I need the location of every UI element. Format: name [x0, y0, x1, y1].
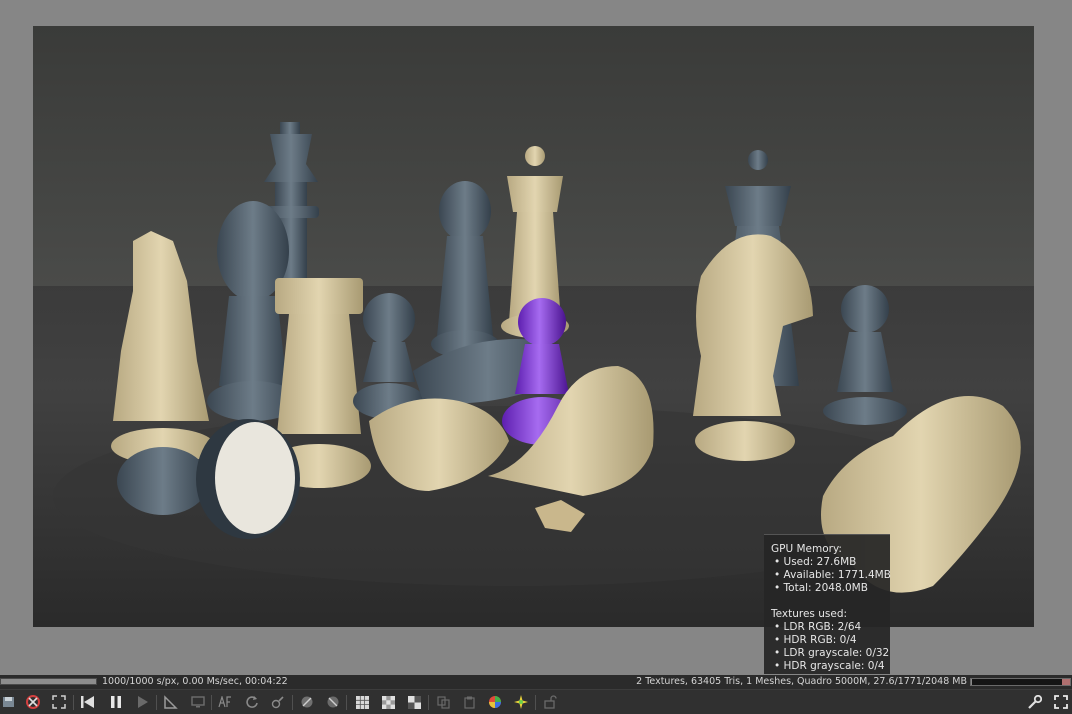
picker-button[interactable] [269, 694, 287, 710]
textures-heading: Textures used: [771, 608, 848, 620]
checker-icon [381, 695, 395, 709]
focus-picker-button[interactable] [162, 694, 180, 710]
checker-background-button[interactable] [379, 694, 397, 710]
toolbar-separator [211, 695, 212, 710]
auto-focus-icon [218, 696, 231, 708]
material-picker-button[interactable] [324, 694, 342, 710]
unlock-icon [544, 695, 557, 709]
picker-icon [271, 696, 284, 709]
gpu-memory-available: • Available: 1771.4MB [774, 569, 891, 581]
paste-icon [463, 696, 475, 709]
monitor-icon [191, 696, 205, 708]
fit-view-icon [52, 695, 66, 709]
focus-picker-icon [164, 695, 178, 709]
toolbar-separator [73, 695, 74, 710]
pause-render-button[interactable] [107, 694, 125, 710]
tooltip-spacer [771, 595, 890, 608]
refresh-icon [246, 696, 258, 708]
alpha-icon [407, 695, 421, 709]
copy-icon [436, 695, 450, 709]
memory-usage-bar[interactable] [970, 678, 1071, 686]
toolbar-separator [346, 695, 347, 710]
scene-stats[interactable]: 2 Textures, 63405 Tris, 1 Meshes, Quadro… [636, 675, 967, 689]
object-picker-button[interactable] [298, 694, 316, 710]
memory-usage-fill [971, 679, 973, 685]
render-progress-fill [1, 679, 96, 684]
memory-usage-marker [1062, 679, 1070, 685]
gpu-memory-tooltip: GPU Memory: • Used: 27.6MB • Available: … [764, 534, 891, 674]
material-picker-icon [301, 696, 313, 708]
render-progress-bar [0, 678, 97, 685]
color-picker-button[interactable] [486, 694, 504, 710]
grid-overlay-button[interactable] [353, 694, 371, 710]
toolbar-separator [156, 695, 157, 710]
pause-icon [111, 696, 121, 708]
wrench-icon [1028, 695, 1042, 709]
restart-render-button[interactable] [79, 694, 97, 710]
textures-ldr-grayscale: • LDR grayscale: 0/32 [774, 647, 890, 659]
settings-button[interactable] [1026, 694, 1044, 710]
gpu-memory-total: • Total: 2048.0MB [774, 582, 868, 594]
toolbar-separator [292, 695, 293, 710]
grid-icon [355, 695, 369, 709]
gpu-memory-heading: GPU Memory: [771, 543, 842, 555]
save-image-button[interactable] [0, 694, 18, 710]
refresh-button[interactable] [243, 694, 261, 710]
render-toolbar [0, 689, 1072, 714]
clear-button[interactable] [24, 694, 42, 710]
sphere-picker-icon [327, 696, 339, 708]
save-icon [3, 697, 14, 707]
toolbar-separator [428, 695, 429, 710]
status-bar: 1000/1000 s/px, 0.00 Ms/sec, 00:04:22 2 … [0, 675, 1072, 689]
alpha-channel-button[interactable] [405, 694, 423, 710]
clear-icon [26, 695, 40, 709]
textures-ldr-rgb: • LDR RGB: 2/64 [774, 621, 862, 633]
fullscreen-button[interactable] [1052, 694, 1070, 710]
textures-hdr-rgb: • HDR RGB: 0/4 [774, 634, 857, 646]
lock-button[interactable] [541, 694, 559, 710]
render-stats: 1000/1000 s/px, 0.00 Ms/sec, 00:04:22 [102, 676, 288, 687]
toolbar-separator [535, 695, 536, 710]
skip-back-icon [81, 696, 94, 708]
fit-view-button[interactable] [50, 694, 68, 710]
effects-button[interactable] [512, 694, 530, 710]
color-wheel-icon [489, 696, 501, 708]
gpu-memory-used: • Used: 27.6MB [774, 556, 857, 568]
auto-focus-button[interactable] [217, 694, 235, 710]
region-render-button[interactable] [189, 694, 207, 710]
textures-hdr-grayscale: • HDR grayscale: 0/4 [774, 660, 885, 672]
fullscreen-icon [1054, 695, 1068, 709]
paste-button[interactable] [460, 694, 478, 710]
sparkle-icon [514, 695, 528, 709]
copy-button[interactable] [434, 694, 452, 710]
play-icon [138, 696, 148, 708]
resume-render-button[interactable] [134, 694, 152, 710]
